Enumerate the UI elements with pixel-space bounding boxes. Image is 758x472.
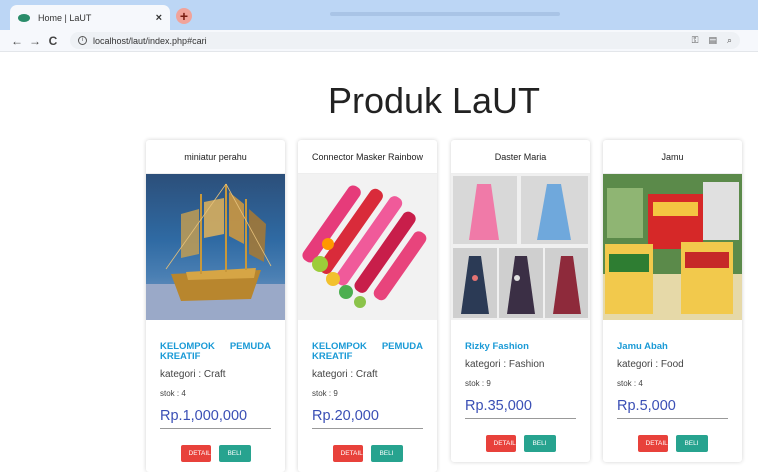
shop-link[interactable]: KELOMPOK PEMUDA KREATIF: [312, 342, 423, 362]
info-icon[interactable]: i: [78, 36, 87, 45]
url-text: localhost/laut/index.php#cari: [93, 35, 207, 46]
shop-link[interactable]: Jamu Abah: [617, 342, 728, 352]
product-stock: stok : 9: [312, 389, 338, 398]
reload-icon[interactable]: C: [44, 34, 62, 48]
back-arrow-icon[interactable]: ←: [8, 34, 26, 48]
product-card: miniatur perahu KELOMPOK PEMUDA KREATIF …: [146, 140, 285, 472]
shop-link[interactable]: KELOMPOK PEMUDA KREATIF: [160, 342, 271, 362]
jamu-boxes-image: [603, 174, 742, 320]
product-image: [146, 174, 285, 320]
product-name: Jamu: [603, 140, 742, 174]
product-image: [298, 174, 437, 320]
product-card: Connector Masker Rainbow KELOMPOK PEMUDA…: [298, 140, 437, 472]
buy-button[interactable]: BELI: [218, 445, 251, 462]
product-stock: stok : 4: [617, 379, 643, 388]
key-icon[interactable]: ⚿: [692, 35, 699, 46]
product-stock: stok : 9: [465, 379, 491, 388]
browser-tab-bar: Home | LaUT × +: [0, 0, 758, 30]
reader-icon[interactable]: ▤: [708, 35, 717, 46]
detail-button[interactable]: DETAIL: [637, 435, 668, 452]
new-tab-button[interactable]: +: [176, 8, 192, 24]
product-category: kategori : Craft: [160, 369, 226, 380]
product-image: [603, 174, 742, 320]
product-price: Rp.1,000,000: [160, 408, 271, 429]
mask-connector-image: [302, 185, 427, 308]
zoom-icon[interactable]: ⌕: [727, 35, 732, 46]
tab-close-icon[interactable]: ×: [156, 12, 162, 24]
product-category: kategori : Food: [617, 359, 684, 370]
product-card: Jamu Jamu Abah kategori : Food stok : 4 …: [603, 140, 742, 462]
detail-button[interactable]: DETAIL: [485, 435, 516, 452]
buy-button[interactable]: BELI: [675, 435, 708, 452]
page-title: Produk LaUT: [327, 80, 541, 121]
product-name: miniatur perahu: [146, 140, 285, 174]
product-category: kategori : Fashion: [465, 359, 545, 370]
buy-button[interactable]: BELI: [370, 445, 403, 462]
forward-arrow-icon[interactable]: →: [26, 34, 44, 48]
browser-toolbar: ← → C i localhost/laut/index.php#cari ⚿ …: [0, 30, 758, 52]
product-name: Daster Maria: [451, 140, 590, 174]
product-card: Daster Maria Rizky Fashion kategori : Fa…: [451, 140, 590, 462]
address-bar[interactable]: i localhost/laut/index.php#cari ⚿ ▤ ⌕: [70, 32, 740, 49]
product-image: [451, 174, 590, 320]
window-title-blur: [330, 12, 560, 16]
product-price: Rp.5,000: [617, 398, 728, 419]
detail-button[interactable]: DETAIL: [332, 445, 363, 462]
product-price: Rp.35,000: [465, 398, 576, 419]
product-category: kategori : Craft: [312, 369, 378, 380]
dress-collage-image: [453, 176, 588, 318]
buy-button[interactable]: BELI: [523, 435, 556, 452]
detail-button[interactable]: DETAIL: [180, 445, 211, 462]
product-price: Rp.20,000: [312, 408, 423, 429]
browser-tab[interactable]: Home | LaUT ×: [10, 5, 170, 30]
product-name: Connector Masker Rainbow: [298, 140, 437, 174]
shop-link[interactable]: Rizky Fashion: [465, 342, 576, 352]
ship-model-image: [146, 183, 285, 320]
tab-title: Home | LaUT: [38, 12, 92, 23]
favicon-icon: [18, 13, 30, 22]
product-stock: stok : 4: [160, 389, 186, 398]
